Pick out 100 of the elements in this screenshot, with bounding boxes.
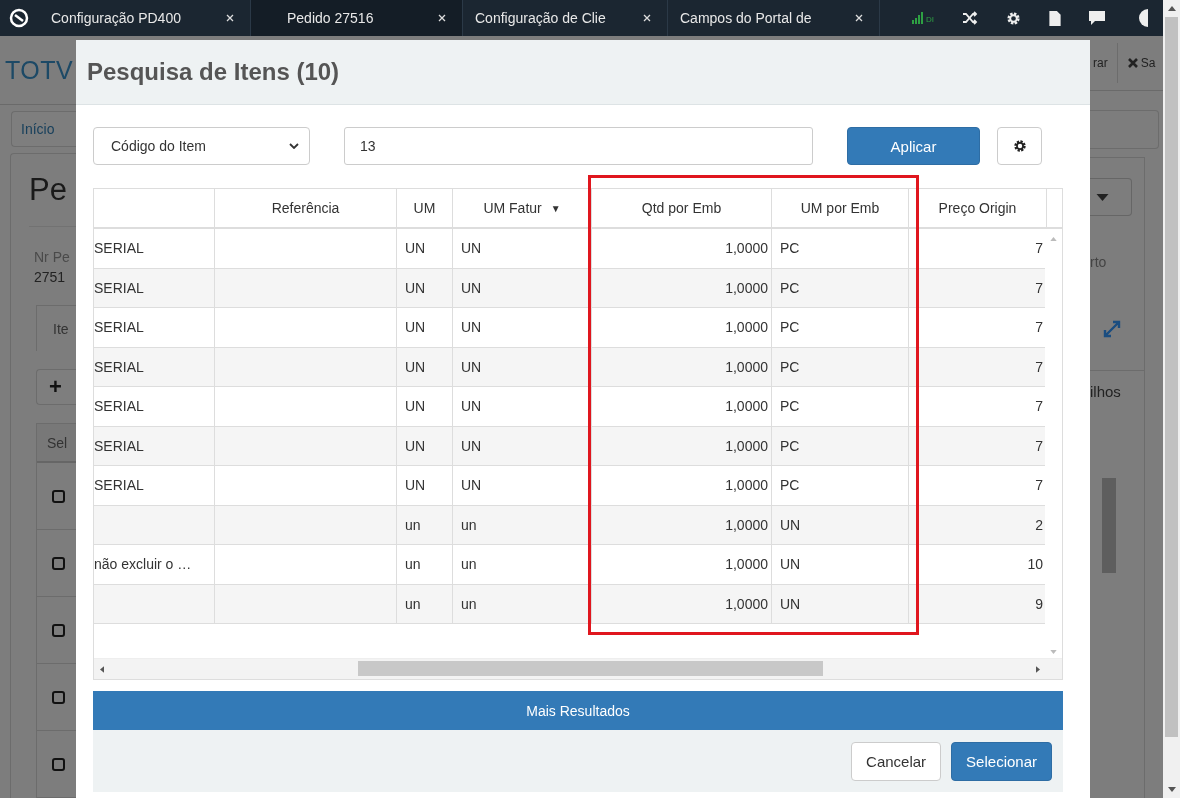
close-icon[interactable] bbox=[855, 14, 863, 22]
close-icon[interactable] bbox=[226, 14, 234, 22]
table-cell: 1,0000 bbox=[725, 516, 768, 533]
settings-icon[interactable] bbox=[1006, 10, 1021, 26]
scroll-up-icon[interactable] bbox=[1167, 6, 1176, 11]
table-cell: PC bbox=[780, 437, 800, 454]
logo-icon[interactable] bbox=[9, 8, 29, 28]
apply-button[interactable]: Aplicar bbox=[847, 127, 980, 165]
table-cell: não excluir o … bbox=[94, 556, 192, 573]
table-cell: SERIAL bbox=[94, 279, 144, 296]
close-icon[interactable] bbox=[438, 14, 446, 22]
table-cell: UN bbox=[461, 319, 482, 336]
table-cell: un bbox=[405, 516, 421, 533]
table-cell: 7 bbox=[1035, 319, 1043, 336]
column-header[interactable]: UM Fatur ▼ bbox=[452, 189, 591, 227]
toolbar-button[interactable]: Sa bbox=[1116, 43, 1156, 83]
table-cell: 9 bbox=[1035, 595, 1043, 612]
table-cell: PC bbox=[780, 398, 800, 415]
table-cell: PC bbox=[780, 240, 800, 257]
table-cell: UN bbox=[405, 437, 426, 454]
table-cell: UN bbox=[461, 398, 482, 415]
table-cell: PC bbox=[780, 319, 800, 336]
chat-icon[interactable] bbox=[1089, 11, 1105, 25]
table-cell: 2 bbox=[1035, 516, 1043, 533]
table-cell: UN bbox=[405, 319, 426, 336]
close-icon bbox=[1127, 58, 1138, 68]
table-cell: UN bbox=[405, 477, 426, 494]
toolbar-button[interactable]: rar bbox=[1090, 43, 1117, 83]
column-header[interactable]: UM por Emb bbox=[771, 189, 908, 227]
table-cell: 1,0000 bbox=[725, 358, 768, 375]
table-cell: un bbox=[461, 595, 477, 612]
checkbox[interactable] bbox=[52, 489, 65, 503]
table-cell: 1,0000 bbox=[725, 398, 768, 415]
table-cell: SERIAL bbox=[94, 319, 144, 336]
checkbox[interactable] bbox=[52, 690, 65, 704]
table-cell: UN bbox=[405, 240, 426, 257]
table-cell: UN bbox=[461, 240, 482, 257]
field-label: rto bbox=[1090, 254, 1108, 270]
table-cell: PC bbox=[780, 358, 800, 375]
table-cell: PC bbox=[780, 279, 800, 296]
grid-header: Sel bbox=[37, 423, 77, 463]
signal-label: DI bbox=[926, 15, 934, 24]
table-cell: 1,0000 bbox=[725, 556, 768, 573]
table-cell: 7 bbox=[1035, 437, 1043, 454]
scroll-left-icon[interactable] bbox=[100, 665, 104, 673]
column-header[interactable]: UM bbox=[396, 189, 452, 227]
chevron-down-icon bbox=[289, 143, 299, 149]
table-cell: 7 bbox=[1035, 398, 1043, 415]
scrollbar-thumb[interactable] bbox=[358, 661, 823, 676]
table-cell: SERIAL bbox=[94, 398, 144, 415]
browser-tab[interactable]: Pedido 27516 bbox=[251, 0, 463, 36]
table-cell: UN bbox=[405, 358, 426, 375]
table-cell: un bbox=[461, 556, 477, 573]
filter-select[interactable]: Código do Item bbox=[93, 127, 310, 165]
table-cell: un bbox=[461, 516, 477, 533]
table-cell: 1,0000 bbox=[725, 437, 768, 454]
logo-text: TOTV bbox=[5, 55, 74, 85]
table-cell: UN bbox=[461, 437, 482, 454]
table-cell: 1,0000 bbox=[725, 477, 768, 494]
table-cell: SERIAL bbox=[94, 240, 144, 257]
shuffle-icon[interactable] bbox=[962, 11, 978, 25]
checkbox[interactable] bbox=[52, 556, 65, 570]
browser-tab[interactable]: Campos do Portal de bbox=[668, 0, 880, 36]
table-cell: UN bbox=[461, 477, 482, 494]
column-header[interactable]: Referência bbox=[214, 189, 396, 227]
cancel-button[interactable]: Cancelar bbox=[851, 741, 942, 781]
more-results-button[interactable]: Mais Resultados bbox=[93, 691, 1063, 730]
table-cell: 10 bbox=[1027, 556, 1043, 573]
scroll-right-icon[interactable] bbox=[1036, 665, 1040, 673]
table-cell: SERIAL bbox=[94, 358, 144, 375]
table-cell: SERIAL bbox=[94, 477, 144, 494]
table-cell: 1,0000 bbox=[725, 319, 768, 336]
field-value: 2751 bbox=[34, 269, 67, 285]
add-button[interactable]: + bbox=[36, 369, 76, 405]
table-cell: un bbox=[405, 595, 421, 612]
table-cell: UN bbox=[780, 595, 801, 612]
dialog-title: Pesquisa de Itens (10) bbox=[87, 58, 340, 86]
browser-tab[interactable]: Configuração de Clie bbox=[463, 0, 668, 36]
table-cell: 1,0000 bbox=[725, 240, 768, 257]
table-cell: UN bbox=[780, 516, 801, 533]
settings-button[interactable] bbox=[997, 127, 1042, 165]
table-cell: 7 bbox=[1035, 279, 1043, 296]
checkbox[interactable] bbox=[52, 623, 65, 637]
document-icon[interactable] bbox=[1049, 10, 1061, 26]
scrollbar-thumb[interactable] bbox=[1165, 17, 1178, 737]
caret-icon bbox=[1096, 193, 1109, 201]
column-header[interactable]: Preço Origin bbox=[908, 189, 1046, 227]
scroll-down-icon[interactable] bbox=[1167, 787, 1176, 792]
table-cell: SERIAL bbox=[94, 437, 144, 454]
table-cell: UN bbox=[405, 279, 426, 296]
close-icon[interactable] bbox=[643, 14, 651, 22]
scrollbar-thumb[interactable] bbox=[1102, 478, 1116, 573]
table-cell: UN bbox=[461, 358, 482, 375]
column-header[interactable]: Qtd por Emb bbox=[591, 189, 771, 227]
checkbox[interactable] bbox=[52, 757, 65, 771]
search-field[interactable]: 13 bbox=[344, 127, 813, 165]
table-cell: un bbox=[405, 556, 421, 573]
table-cell: UN bbox=[405, 398, 426, 415]
select-button[interactable]: Selecionar bbox=[951, 741, 1052, 781]
table-cell: PC bbox=[780, 477, 800, 494]
